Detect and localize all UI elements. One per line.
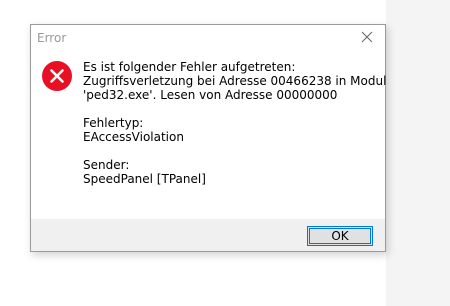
background-window-edge: [386, 0, 450, 306]
focus-rect: [309, 228, 371, 244]
error-type-label: Fehlertyp:: [83, 116, 144, 130]
sender-label: Sender:: [83, 158, 130, 172]
dialog-body: Es ist folgender Fehler aufgetreten: Zug…: [31, 49, 387, 219]
sender-value: SpeedPanel [TPanel]: [83, 172, 206, 186]
button-bar: OK: [31, 219, 385, 251]
error-icon: [42, 61, 72, 91]
dialog-title: Error: [37, 31, 67, 45]
title-bar[interactable]: Error: [31, 25, 385, 49]
message-line: Es ist folgender Fehler aufgetreten:: [83, 60, 296, 74]
ok-button[interactable]: OK: [307, 226, 373, 246]
message-line: Zugriffsverletzung bei Adresse 00466238 …: [83, 74, 387, 88]
close-icon: [361, 31, 373, 43]
error-message: Es ist folgender Fehler aufgetreten: Zug…: [83, 60, 387, 186]
error-type-value: EAccessViolation: [83, 130, 184, 144]
error-dialog: Error Es ist folgender Fehler aufgetrete…: [30, 24, 386, 252]
close-button[interactable]: [355, 27, 379, 47]
message-line: 'ped32.exe'. Lesen von Adresse 00000000: [83, 88, 338, 102]
